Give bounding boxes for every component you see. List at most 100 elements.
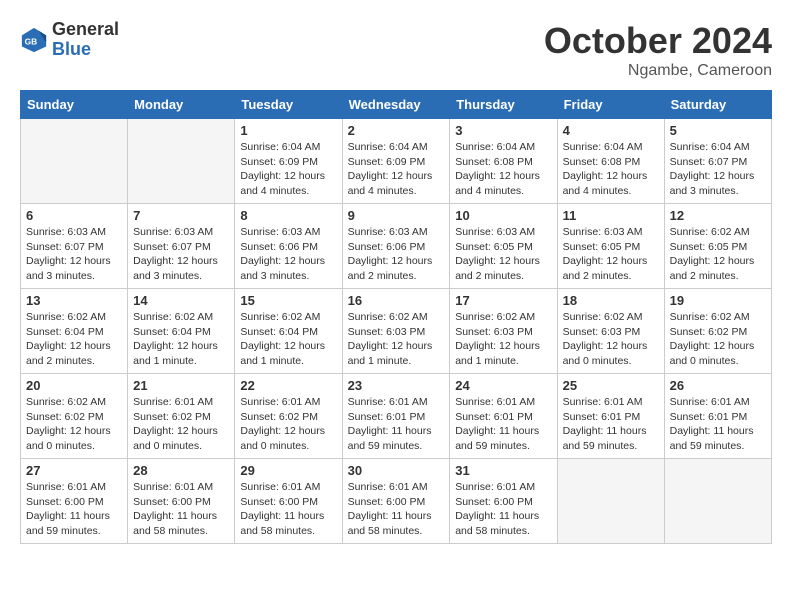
day-info: Sunrise: 6:01 AM Sunset: 6:01 PM Dayligh… (348, 395, 445, 454)
week-row-4: 20Sunrise: 6:02 AM Sunset: 6:02 PM Dayli… (21, 374, 772, 459)
day-number: 23 (348, 378, 445, 393)
calendar-cell: 1 Sunrise: 6:04 AM Sunset: 6:09 PM Daylig… (235, 119, 342, 204)
calendar-cell: 29 Sunrise: 6:01 AM Sunset: 6:00 PM Dayli… (235, 459, 342, 544)
weekday-header-monday: Monday (128, 91, 235, 119)
day-number: 2 (348, 123, 445, 138)
title-block: October 2024 Ngambe, Cameroon (544, 20, 772, 80)
day-info: Sunrise: 6:01 AM Sunset: 6:00 PM Dayligh… (26, 480, 122, 539)
day-number: 19 (670, 293, 766, 308)
day-info: Sunrise: 6:02 AM Sunset: 6:04 PM Dayligh… (26, 310, 122, 369)
day-info: Sunrise: 6:03 AM Sunset: 6:06 PM Dayligh… (240, 225, 336, 284)
day-info: Sunrise: 6:04 AM Sunset: 6:08 PM Dayligh… (563, 140, 659, 199)
logo-general-text: General (52, 20, 119, 40)
day-info: Sunrise: 6:02 AM Sunset: 6:05 PM Dayligh… (670, 225, 766, 284)
day-number: 28 (133, 463, 229, 478)
day-number: 11 (563, 208, 659, 223)
day-number: 24 (455, 378, 551, 393)
day-number: 13 (26, 293, 122, 308)
day-info: Sunrise: 6:01 AM Sunset: 6:02 PM Dayligh… (240, 395, 336, 454)
logo-icon: GB (20, 26, 48, 54)
day-info: Sunrise: 6:01 AM Sunset: 6:02 PM Dayligh… (133, 395, 229, 454)
day-number: 21 (133, 378, 229, 393)
day-info: Sunrise: 6:04 AM Sunset: 6:09 PM Dayligh… (348, 140, 445, 199)
logo: GB General Blue (20, 20, 119, 60)
day-info: Sunrise: 6:01 AM Sunset: 6:01 PM Dayligh… (670, 395, 766, 454)
calendar-cell: 22 Sunrise: 6:01 AM Sunset: 6:02 PM Dayli… (235, 374, 342, 459)
day-info: Sunrise: 6:02 AM Sunset: 6:02 PM Dayligh… (26, 395, 122, 454)
calendar-cell: 8 Sunrise: 6:03 AM Sunset: 6:06 PM Daylig… (235, 204, 342, 289)
day-number: 14 (133, 293, 229, 308)
weekday-header-friday: Friday (557, 91, 664, 119)
week-row-2: 6 Sunrise: 6:03 AM Sunset: 6:07 PM Daylig… (21, 204, 772, 289)
week-row-5: 27 Sunrise: 6:01 AM Sunset: 6:00 PM Dayli… (21, 459, 772, 544)
calendar-cell: 12 Sunrise: 6:02 AM Sunset: 6:05 PM Dayli… (664, 204, 771, 289)
week-row-3: 13 Sunrise: 6:02 AM Sunset: 6:04 PM Dayli… (21, 289, 772, 374)
day-number: 1 (240, 123, 336, 138)
day-info: Sunrise: 6:03 AM Sunset: 6:06 PM Dayligh… (348, 225, 445, 284)
day-number: 22 (240, 378, 336, 393)
day-info: Sunrise: 6:04 AM Sunset: 6:07 PM Dayligh… (670, 140, 766, 199)
svg-text:GB: GB (25, 36, 38, 46)
calendar-cell: 5 Sunrise: 6:04 AM Sunset: 6:07 PM Daylig… (664, 119, 771, 204)
calendar-cell: 6Sunrise: 6:03 AM Sunset: 6:07 PM Daylig… (21, 204, 128, 289)
day-info: Sunrise: 6:02 AM Sunset: 6:04 PM Dayligh… (240, 310, 336, 369)
calendar-cell: 27 Sunrise: 6:01 AM Sunset: 6:00 PM Dayli… (21, 459, 128, 544)
calendar-cell: 24 Sunrise: 6:01 AM Sunset: 6:01 PM Dayli… (450, 374, 557, 459)
calendar-cell: 30 Sunrise: 6:01 AM Sunset: 6:00 PM Dayli… (342, 459, 450, 544)
day-number: 25 (563, 378, 659, 393)
day-info: Sunrise: 6:03 AM Sunset: 6:07 PM Dayligh… (133, 225, 229, 284)
day-info: Sunrise: 6:02 AM Sunset: 6:03 PM Dayligh… (348, 310, 445, 369)
day-info: Sunrise: 6:04 AM Sunset: 6:09 PM Dayligh… (240, 140, 336, 199)
day-number: 9 (348, 208, 445, 223)
day-info: Sunrise: 6:03 AM Sunset: 6:05 PM Dayligh… (563, 225, 659, 284)
weekday-header-sunday: Sunday (21, 91, 128, 119)
calendar-cell: 3Sunrise: 6:04 AM Sunset: 6:08 PM Daylig… (450, 119, 557, 204)
day-info: Sunrise: 6:02 AM Sunset: 6:04 PM Dayligh… (133, 310, 229, 369)
weekday-header-row: SundayMondayTuesdayWednesdayThursdayFrid… (21, 91, 772, 119)
day-number: 16 (348, 293, 445, 308)
calendar-cell: 26Sunrise: 6:01 AM Sunset: 6:01 PM Dayli… (664, 374, 771, 459)
day-info: Sunrise: 6:01 AM Sunset: 6:00 PM Dayligh… (348, 480, 445, 539)
calendar-cell: 15 Sunrise: 6:02 AM Sunset: 6:04 PM Dayli… (235, 289, 342, 374)
calendar-cell: 10 Sunrise: 6:03 AM Sunset: 6:05 PM Dayli… (450, 204, 557, 289)
month-title: October 2024 (544, 20, 772, 62)
calendar-cell: 17Sunrise: 6:02 AM Sunset: 6:03 PM Dayli… (450, 289, 557, 374)
calendar-cell: 20Sunrise: 6:02 AM Sunset: 6:02 PM Dayli… (21, 374, 128, 459)
calendar-cell: 16 Sunrise: 6:02 AM Sunset: 6:03 PM Dayli… (342, 289, 450, 374)
calendar-cell: 14 Sunrise: 6:02 AM Sunset: 6:04 PM Dayli… (128, 289, 235, 374)
calendar-cell: 31 Sunrise: 6:01 AM Sunset: 6:00 PM Dayli… (450, 459, 557, 544)
calendar-cell: 28Sunrise: 6:01 AM Sunset: 6:00 PM Dayli… (128, 459, 235, 544)
day-info: Sunrise: 6:01 AM Sunset: 6:00 PM Dayligh… (455, 480, 551, 539)
day-number: 31 (455, 463, 551, 478)
day-number: 5 (670, 123, 766, 138)
calendar-cell: 7Sunrise: 6:03 AM Sunset: 6:07 PM Daylig… (128, 204, 235, 289)
weekday-header-saturday: Saturday (664, 91, 771, 119)
day-number: 18 (563, 293, 659, 308)
day-info: Sunrise: 6:02 AM Sunset: 6:02 PM Dayligh… (670, 310, 766, 369)
calendar-cell: 2 Sunrise: 6:04 AM Sunset: 6:09 PM Daylig… (342, 119, 450, 204)
day-info: Sunrise: 6:01 AM Sunset: 6:01 PM Dayligh… (455, 395, 551, 454)
calendar-cell (128, 119, 235, 204)
day-number: 15 (240, 293, 336, 308)
day-info: Sunrise: 6:03 AM Sunset: 6:05 PM Dayligh… (455, 225, 551, 284)
day-info: Sunrise: 6:02 AM Sunset: 6:03 PM Dayligh… (563, 310, 659, 369)
day-number: 3 (455, 123, 551, 138)
day-number: 17 (455, 293, 551, 308)
day-number: 4 (563, 123, 659, 138)
day-number: 30 (348, 463, 445, 478)
calendar-cell: 18 Sunrise: 6:02 AM Sunset: 6:03 PM Dayli… (557, 289, 664, 374)
day-number: 8 (240, 208, 336, 223)
day-number: 10 (455, 208, 551, 223)
calendar-cell (664, 459, 771, 544)
week-row-1: 1 Sunrise: 6:04 AM Sunset: 6:09 PM Daylig… (21, 119, 772, 204)
day-number: 6 (26, 208, 122, 223)
day-info: Sunrise: 6:01 AM Sunset: 6:01 PM Dayligh… (563, 395, 659, 454)
day-info: Sunrise: 6:01 AM Sunset: 6:00 PM Dayligh… (240, 480, 336, 539)
day-number: 29 (240, 463, 336, 478)
calendar-cell (21, 119, 128, 204)
calendar-cell (557, 459, 664, 544)
day-number: 12 (670, 208, 766, 223)
calendar-cell: 11 Sunrise: 6:03 AM Sunset: 6:05 PM Dayli… (557, 204, 664, 289)
weekday-header-tuesday: Tuesday (235, 91, 342, 119)
day-number: 27 (26, 463, 122, 478)
